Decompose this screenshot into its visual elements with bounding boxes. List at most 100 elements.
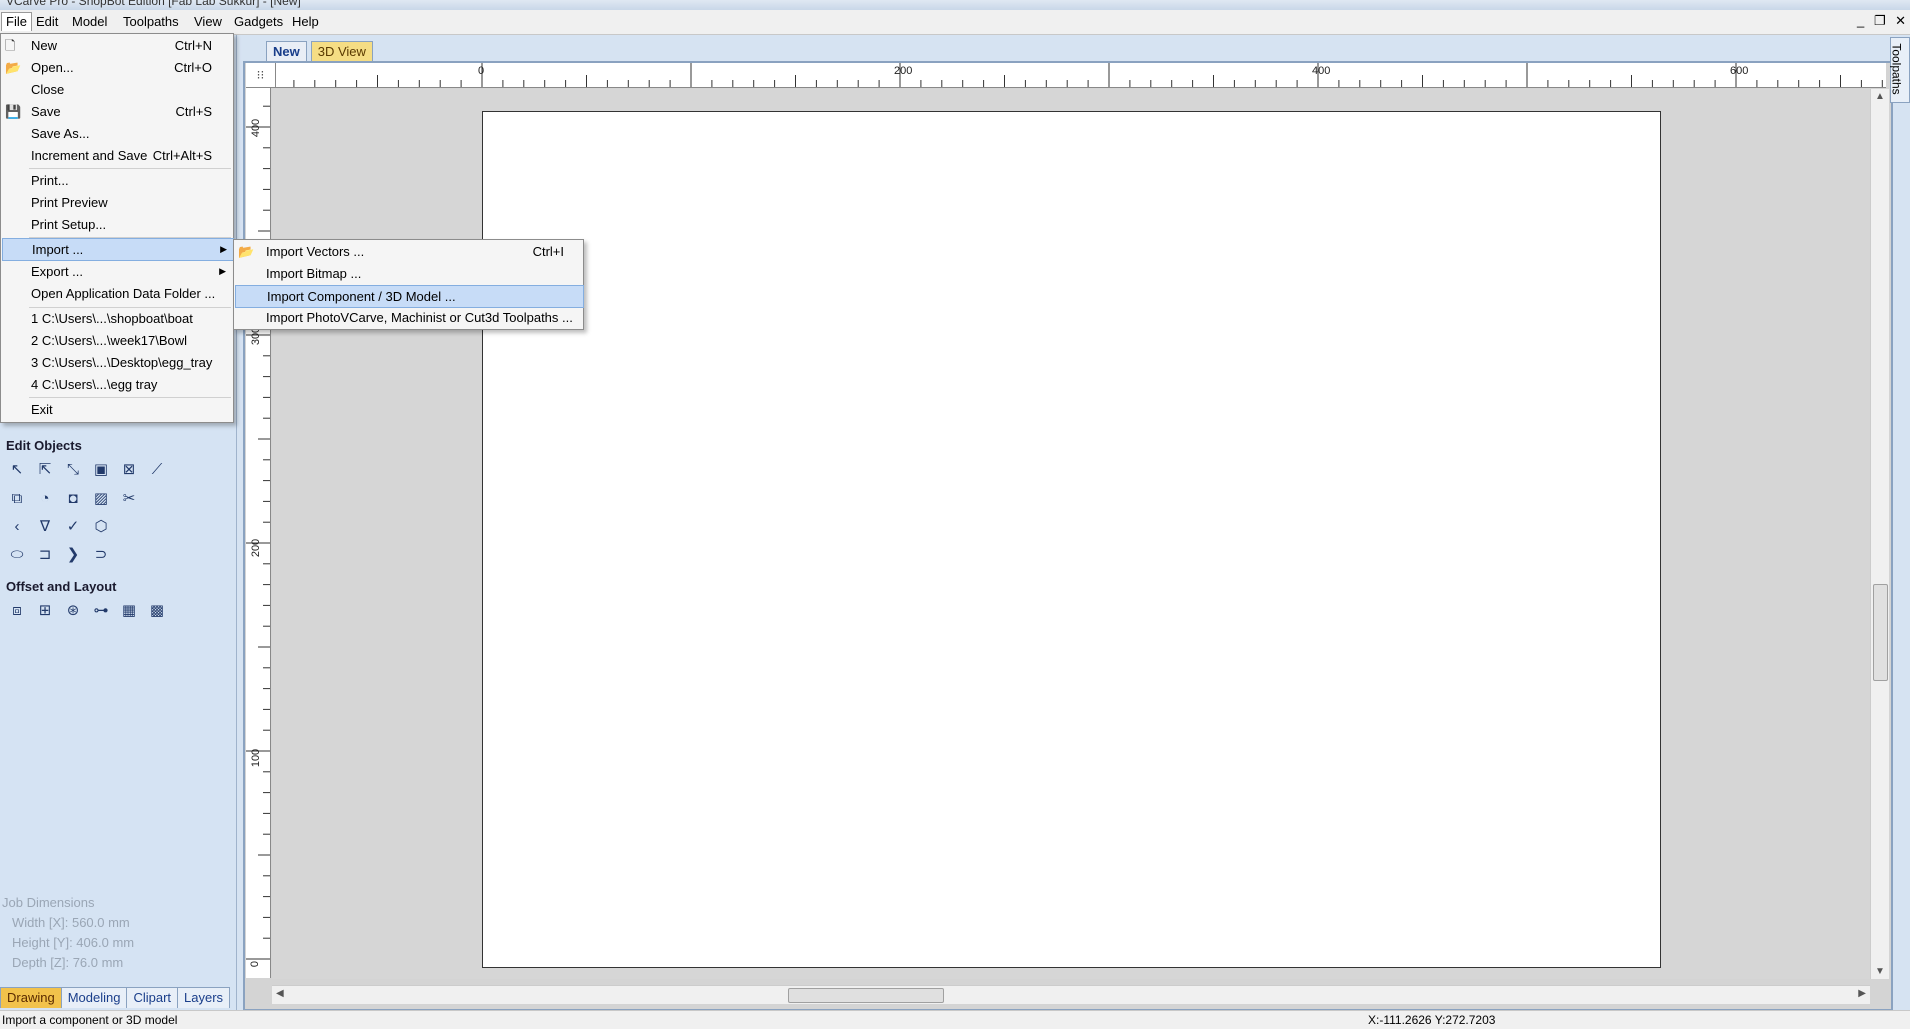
layout-icon[interactable]: ▩	[146, 599, 168, 621]
menu-item-print-setup[interactable]: Print Setup...	[2, 214, 232, 235]
join-open-icon[interactable]: ❯	[62, 543, 84, 565]
tab-new[interactable]: New	[266, 41, 307, 63]
menu-item-import-vectors[interactable]: 📂 Import Vectors ... Ctrl+I	[235, 241, 582, 262]
menu-item-open-app-data[interactable]: Open Application Data Folder ...	[2, 283, 232, 304]
job-width: Width [X]: 560.0 mm	[12, 915, 130, 930]
job-dimensions: Job Dimensions Width [X]: 560.0 mm Heigh…	[2, 893, 134, 973]
horizontal-scroll-thumb[interactable]	[788, 988, 944, 1003]
submenu-arrow-icon: ▶	[220, 244, 227, 254]
intersect-icon[interactable]: ◘	[62, 487, 84, 509]
close-icon[interactable]: ✕	[1895, 13, 1906, 28]
menu-item-new[interactable]: 🗋 New Ctrl+N	[2, 35, 232, 56]
horizontal-scrollbar[interactable]: ◀ ▶	[272, 985, 1870, 1004]
menu-file[interactable]: File	[1, 12, 32, 31]
circular-array-icon[interactable]: ⊛	[62, 599, 84, 621]
extend-icon[interactable]: ✓	[62, 515, 84, 537]
menu-help[interactable]: Help	[288, 13, 323, 31]
import-vectors-icon: 📂	[238, 244, 255, 259]
menu-item-import[interactable]: Import ... ▶	[2, 238, 234, 261]
mirror-icon[interactable]: ∇	[34, 515, 56, 537]
array-icon[interactable]: ⊞	[34, 599, 56, 621]
minimize-icon[interactable]: _	[1857, 13, 1864, 28]
restore-icon[interactable]: ❐	[1874, 13, 1886, 28]
menu-item-recent-4[interactable]: 4 C:\Users\...\egg tray	[2, 374, 232, 395]
edit-objects-title: Edit Objects	[6, 438, 82, 453]
menu-gadgets[interactable]: Gadgets	[230, 13, 287, 31]
curve-icon[interactable]: ‹	[6, 515, 28, 537]
close-vector-icon[interactable]: ⬭	[6, 543, 28, 565]
menu-item-recent-3[interactable]: 3 C:\Users\...\Desktop\egg_tray	[2, 352, 232, 373]
ruler-label-y400: 400	[250, 118, 263, 138]
left-ruler: 400 300 200 100 0	[246, 88, 271, 978]
menu-separator	[29, 168, 231, 169]
trim-icon[interactable]: ✂	[118, 487, 140, 509]
offset-layout-title: Offset and Layout	[6, 579, 117, 594]
scroll-left-icon[interactable]: ◀	[276, 988, 284, 999]
menu-edit[interactable]: Edit	[32, 13, 62, 31]
menu-item-print-preview[interactable]: Print Preview	[2, 192, 232, 213]
toolpaths-tab[interactable]: Toolpaths	[1890, 37, 1910, 103]
vertical-scrollbar[interactable]: ▲ ▼	[1870, 89, 1889, 979]
menu-item-print[interactable]: Print...	[2, 170, 232, 191]
edit-objects-row-2: ⧉ ◔ ◘ ▨ ✂	[6, 487, 140, 509]
size-icon[interactable]: ⊠	[118, 458, 140, 480]
scroll-down-icon[interactable]: ▼	[1875, 966, 1885, 977]
scroll-up-icon[interactable]: ▲	[1875, 91, 1885, 102]
menu-item-import-toolpaths[interactable]: Import PhotoVCarve, Machinist or Cut3d T…	[235, 307, 582, 328]
menu-view[interactable]: View	[190, 13, 226, 31]
measure-icon[interactable]: ⟋	[146, 458, 168, 480]
menu-item-import-bitmap[interactable]: Import Bitmap ...	[235, 263, 582, 284]
menu-item-export[interactable]: Export ... ▶	[2, 261, 232, 282]
tab-3d-view[interactable]: 3D View	[310, 41, 373, 63]
import-submenu: 📂 Import Vectors ... Ctrl+I Import Bitma…	[233, 239, 584, 330]
material-sheet[interactable]	[482, 111, 1661, 968]
window-title: VCarve Pro - ShopBot Edition [Fab Lab Su…	[6, 0, 301, 8]
menu-item-increment-save[interactable]: Increment and Save Ctrl+Alt+S	[2, 145, 232, 166]
menu-model[interactable]: Model	[68, 13, 111, 31]
menu-item-close[interactable]: Close	[2, 79, 232, 100]
tab-layers[interactable]: Layers	[177, 987, 231, 1008]
panel-tabs: Drawing Modeling Clipart Layers	[0, 987, 231, 1008]
window-controls: _ ❐ ✕	[1851, 13, 1906, 29]
ruler-origin-icon[interactable]: ⁝⁝	[246, 63, 276, 88]
menu-item-save-as[interactable]: Save As...	[2, 123, 232, 144]
subtract-icon[interactable]: ◔	[34, 487, 56, 509]
menu-item-import-component[interactable]: Import Component / 3D Model ...	[235, 285, 584, 308]
menu-item-exit[interactable]: Exit	[2, 399, 232, 420]
new-file-icon: 🗋	[5, 38, 16, 53]
fillet-icon[interactable]: ▨	[90, 487, 112, 509]
offset-layout-row: ⧈ ⊞ ⊛ ⊶ ▦ ▩	[6, 599, 168, 621]
menu-item-open[interactable]: 📂 Open... Ctrl+O	[2, 57, 232, 78]
submenu-arrow-icon: ▶	[219, 266, 226, 276]
top-ruler-ticks	[293, 63, 1883, 87]
menu-item-save[interactable]: 💾 Save Ctrl+S	[2, 101, 232, 122]
menu-item-recent-1[interactable]: 1 C:\Users\...\shopboat\boat	[2, 308, 232, 329]
offset-icon[interactable]: ⧈	[6, 599, 28, 621]
join-curve-icon[interactable]: ⊃	[90, 543, 112, 565]
file-menu: 🗋 New Ctrl+N 📂 Open... Ctrl+O Close 💾 Sa…	[0, 33, 234, 423]
tab-modeling[interactable]: Modeling	[60, 987, 128, 1008]
tab-clipart[interactable]: Clipart	[126, 987, 179, 1008]
select-icon[interactable]: ↖	[6, 458, 28, 480]
tab-drawing[interactable]: Drawing	[0, 987, 62, 1008]
scroll-right-icon[interactable]: ▶	[1858, 988, 1866, 999]
ruler-label-y200: 200	[250, 538, 263, 558]
align-icon[interactable]: ▣	[90, 458, 112, 480]
smooth-icon[interactable]: ⬡	[90, 515, 112, 537]
vertical-scroll-thumb[interactable]	[1873, 584, 1888, 681]
copy-along-icon[interactable]: ⊶	[90, 599, 112, 621]
ruler-label-y0: 0	[249, 960, 262, 968]
menu-separator	[29, 397, 231, 398]
toolpaths-tab-label: Toolpaths	[1889, 43, 1904, 95]
menu-item-recent-2[interactable]: 2 C:\Users\...\week17\Bowl	[2, 330, 232, 351]
nest-icon[interactable]: ▦	[118, 599, 140, 621]
job-height: Height [Y]: 406.0 mm	[12, 935, 135, 950]
weld-icon[interactable]: ⧉	[6, 487, 28, 509]
menu-toolpaths[interactable]: Toolpaths	[119, 13, 183, 31]
edit-objects-row-4: ⬭ ⊐ ❯ ⊃	[6, 543, 112, 565]
ruler-label-0: 0	[478, 65, 485, 77]
top-ruler: 0 200 400 600	[276, 63, 1886, 88]
join-icon[interactable]: ⊐	[34, 543, 56, 565]
node-edit-icon[interactable]: ⇱	[34, 458, 56, 480]
transform-icon[interactable]: ⤡	[62, 458, 84, 480]
